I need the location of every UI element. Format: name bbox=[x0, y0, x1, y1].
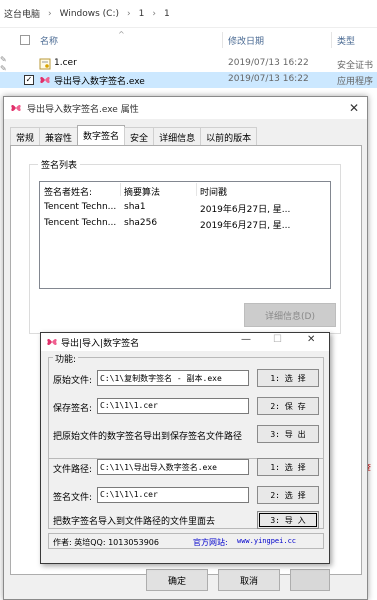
properties-tabs: 常规 兼容性 数字签名 安全 详细信息 以前的版本 bbox=[10, 125, 258, 145]
breadcrumb: 这台电脑 › Windows (C:) › 1 › 1 bbox=[0, 0, 377, 28]
butterfly-icon bbox=[11, 104, 21, 112]
select-signature-button[interactable]: 2: 选 择 bbox=[257, 486, 319, 504]
file-path-field[interactable]: C:\1\1\导出导入数字签名.exe bbox=[97, 459, 249, 475]
select-all-checkbox[interactable] bbox=[20, 35, 30, 45]
close-icon[interactable]: ✕ bbox=[349, 101, 359, 115]
properties-titlebar[interactable]: 导出导入数字签名.exe 属性 ✕ bbox=[4, 97, 367, 119]
tab-digital-signatures[interactable]: 数字签名 bbox=[77, 125, 126, 145]
file-type: 应用程序 bbox=[337, 77, 374, 87]
breadcrumb-item-folder-1b[interactable]: 1 bbox=[164, 9, 170, 19]
properties-title: 导出导入数字签名.exe 属性 bbox=[27, 104, 139, 115]
signature-file-label: 签名文件: bbox=[53, 493, 93, 503]
signature-file-field[interactable]: C:\1\1\1.cer bbox=[97, 487, 249, 503]
import-button[interactable]: 3: 导 入 bbox=[257, 511, 319, 529]
ok-button[interactable]: 确定 bbox=[146, 569, 208, 591]
save-button[interactable]: 2: 保 存 bbox=[257, 397, 319, 415]
file-type: 安全证书 bbox=[337, 61, 374, 71]
pin-icon: ✎ ✎ bbox=[0, 55, 7, 73]
row-checkbox[interactable]: ✓ bbox=[24, 75, 34, 85]
minimize-icon[interactable]: — bbox=[241, 334, 251, 345]
tab-details[interactable]: 详细信息 bbox=[153, 127, 202, 145]
import-description: 把数字签名导入到文件路径的文件里面去 bbox=[53, 517, 216, 527]
tool-statusbar: 作者: 英培QQ: 1013053906 官方网站: www.yingpei.c… bbox=[48, 533, 324, 549]
export-description: 把原始文件的数字签名导出到保存签名文件路径 bbox=[53, 432, 243, 442]
file-row-exe[interactable]: ✓ 导出导入数字签名.exe 2019/07/13 16:22 应用程序 bbox=[0, 72, 377, 88]
file-name: 1.cer bbox=[54, 58, 77, 68]
tool-titlebar[interactable]: 导出|导入|数字签名 — ☐ ✕ bbox=[41, 333, 329, 351]
file-row-cer[interactable]: 1.cer 2019/07/13 16:22 安全证书 bbox=[0, 56, 377, 72]
timestamp-cell: 2019年6月27日, 星... bbox=[200, 205, 291, 215]
signer-cell: Tencent Techn... bbox=[44, 202, 117, 212]
column-divider[interactable] bbox=[196, 183, 197, 196]
export-group: 功能: 原始文件: C:\1\复制数字签名 - 副本.exe 1: 选 择 保存… bbox=[48, 352, 324, 459]
column-headers: ^ 名称 修改日期 类型 bbox=[0, 30, 377, 50]
sort-up-icon: ^ bbox=[118, 30, 125, 39]
maximize-icon[interactable]: ☐ bbox=[273, 334, 282, 345]
site-link[interactable]: www.yingpei.cc bbox=[237, 537, 296, 545]
author-info: 作者: 英培QQ: 1013053906 bbox=[53, 538, 159, 547]
tab-compatibility[interactable]: 兼容性 bbox=[39, 127, 79, 145]
signature-list-header: 签名者姓名: 摘要算法 时间戳 bbox=[40, 182, 330, 198]
file-path-label: 文件路径: bbox=[53, 465, 93, 475]
select-source-button[interactable]: 1: 选 择 bbox=[257, 369, 319, 387]
chevron-right-icon: › bbox=[127, 8, 131, 19]
column-divider[interactable] bbox=[331, 32, 332, 48]
column-divider[interactable] bbox=[120, 183, 121, 196]
butterfly-icon bbox=[40, 76, 50, 84]
save-signature-label: 保存签名: bbox=[53, 404, 93, 414]
details-button[interactable]: 详细信息(D) bbox=[244, 303, 336, 327]
signature-list-label: 签名列表 bbox=[38, 158, 81, 171]
import-group: 文件路径: C:\1\1\导出导入数字签名.exe 1: 选 择 签名文件: C… bbox=[48, 455, 324, 529]
column-type[interactable]: 类型 bbox=[337, 34, 355, 47]
save-signature-field[interactable]: C:\1\1\1.cer bbox=[97, 398, 249, 414]
chevron-right-icon: › bbox=[48, 8, 52, 19]
apply-button[interactable] bbox=[290, 569, 330, 591]
column-date[interactable]: 修改日期 bbox=[228, 34, 264, 47]
header-signer[interactable]: 签名者姓名: bbox=[44, 185, 92, 198]
file-name: 导出导入数字签名.exe bbox=[54, 77, 145, 87]
breadcrumb-item-this-pc[interactable]: 这台电脑 bbox=[4, 7, 40, 20]
timestamp-cell: 2019年6月27日, 星... bbox=[200, 221, 291, 231]
chevron-right-icon: › bbox=[152, 8, 156, 19]
export-button[interactable]: 3: 导 出 bbox=[257, 425, 319, 443]
digest-cell: sha1 bbox=[124, 202, 146, 212]
header-timestamp[interactable]: 时间戳 bbox=[200, 185, 227, 198]
signature-tool-window: 导出|导入|数字签名 — ☐ ✕ 功能: 原始文件: C:\1\复制数字签名 -… bbox=[40, 332, 330, 564]
tab-previous-versions[interactable]: 以前的版本 bbox=[200, 127, 258, 145]
cancel-button[interactable]: 取消 bbox=[218, 569, 280, 591]
breadcrumb-item-folder-1[interactable]: 1 bbox=[139, 9, 145, 19]
function-label: 功能: bbox=[53, 352, 79, 365]
site-label: 官方网站: bbox=[193, 538, 228, 547]
butterfly-icon bbox=[47, 338, 57, 346]
source-file-field[interactable]: C:\1\复制数字签名 - 副本.exe bbox=[97, 370, 249, 386]
close-icon[interactable]: ✕ bbox=[307, 334, 315, 345]
select-file-button[interactable]: 1: 选 择 bbox=[257, 458, 319, 476]
tab-general[interactable]: 常规 bbox=[10, 127, 41, 145]
tool-title: 导出|导入|数字签名 bbox=[61, 339, 140, 349]
column-name[interactable]: 名称 bbox=[40, 34, 58, 47]
digest-cell: sha256 bbox=[124, 218, 158, 228]
tab-security[interactable]: 安全 bbox=[124, 127, 155, 145]
breadcrumb-item-drive[interactable]: Windows (C:) bbox=[60, 9, 119, 19]
signature-list-group: 签名列表 签名者姓名: 摘要算法 时间戳 Tencent Techn... sh… bbox=[29, 158, 341, 334]
file-date: 2019/07/13 16:22 bbox=[228, 58, 309, 68]
column-divider[interactable] bbox=[222, 32, 223, 48]
certificate-icon bbox=[39, 58, 51, 70]
file-date: 2019/07/13 16:22 bbox=[228, 74, 309, 84]
signature-row[interactable]: Tencent Techn... sha1 2019年6月27日, 星... bbox=[40, 200, 330, 215]
signer-cell: Tencent Techn... bbox=[44, 218, 117, 228]
signature-row[interactable]: Tencent Techn... sha256 2019年6月27日, 星... bbox=[40, 216, 330, 231]
source-file-label: 原始文件: bbox=[53, 376, 93, 386]
signature-list[interactable]: 签名者姓名: 摘要算法 时间戳 Tencent Techn... sha1 20… bbox=[39, 181, 331, 289]
header-digest[interactable]: 摘要算法 bbox=[124, 185, 160, 198]
